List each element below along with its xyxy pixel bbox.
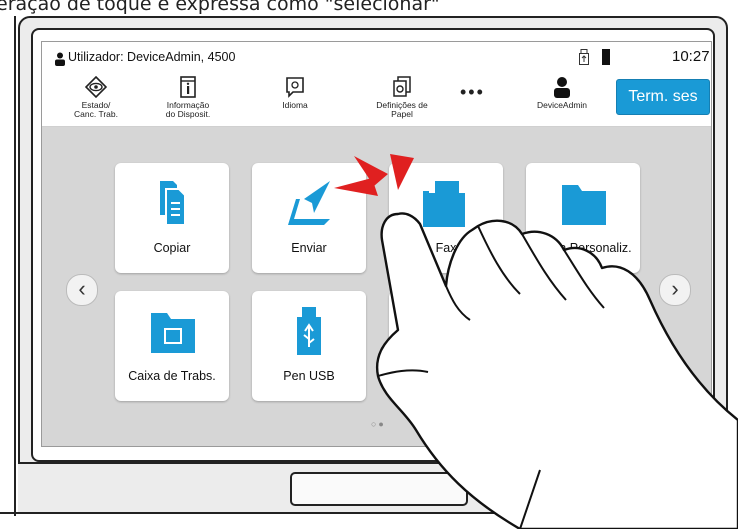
pointing-hand-icon [375,212,738,529]
